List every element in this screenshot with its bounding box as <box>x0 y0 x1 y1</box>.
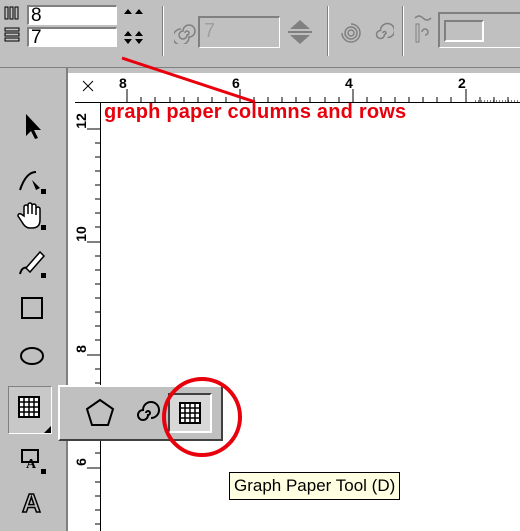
ruler-label: 10 <box>72 226 89 242</box>
spiral-expansion-icon <box>414 15 432 43</box>
vertical-ruler[interactable]: 12 10 8 6 <box>72 103 101 531</box>
spiral-icon[interactable] <box>128 395 164 431</box>
shape-tool[interactable] <box>14 162 50 198</box>
graph-paper-tool[interactable] <box>8 386 52 434</box>
spiral-expansion-slider[interactable] <box>438 12 520 48</box>
ruler-ticks <box>82 80 520 103</box>
rectangle-icon[interactable] <box>14 290 50 326</box>
svg-text:A: A <box>22 488 41 518</box>
graph-columns-icon <box>4 6 19 20</box>
pentagon-icon[interactable] <box>82 395 118 431</box>
ruler-label: 8 <box>72 345 89 353</box>
symmetric-spiral-icon[interactable] <box>340 22 362 44</box>
rows-spinner[interactable] <box>117 27 155 47</box>
hand-icon[interactable] <box>14 198 50 234</box>
ruler-label: 8 <box>119 75 127 91</box>
property-bar: 8 7 7 <box>0 0 520 68</box>
ellipse-icon[interactable] <box>14 338 50 374</box>
horizontal-ruler[interactable]: 8 6 4 2 <box>75 73 520 103</box>
graph-paper-flyout-button[interactable] <box>168 393 212 433</box>
slider-track[interactable] <box>444 20 484 42</box>
flyout-indicator <box>44 426 51 433</box>
annotation-label: graph paper columns and rows <box>104 101 407 123</box>
grid-icon <box>179 402 201 424</box>
graph-rows-icon <box>4 27 20 42</box>
ruler-label: 4 <box>345 75 353 91</box>
grid-icon <box>18 396 40 418</box>
logarithmic-spiral-icon[interactable] <box>372 22 394 44</box>
tooltip: Graph Paper Tool (D) <box>229 472 401 500</box>
svg-text:A: A <box>26 457 37 472</box>
spiral-icon <box>174 24 196 44</box>
pen-icon[interactable] <box>14 246 50 282</box>
toolbar-separator <box>327 6 329 56</box>
spiral-revolutions-field[interactable]: 7 <box>198 16 280 48</box>
ruler-label: 6 <box>232 75 240 91</box>
rows-field[interactable]: 7 <box>27 27 117 47</box>
pick-tool[interactable] <box>14 108 50 144</box>
ruler-label: 12 <box>72 113 89 129</box>
toolbar-separator <box>162 6 164 56</box>
drawing-page[interactable] <box>102 104 520 531</box>
graph-paper-flyout <box>58 385 223 441</box>
ruler-label: 2 <box>458 75 466 91</box>
letter-a-icon[interactable]: A <box>14 482 50 518</box>
toolbox: A A <box>0 68 68 531</box>
text-icon[interactable]: A <box>14 442 50 478</box>
columns-field[interactable]: 8 <box>27 5 117 25</box>
ruler-label: 6 <box>72 458 89 466</box>
toolbar-separator <box>402 6 404 56</box>
spiral-revolutions-spinner[interactable] <box>282 16 318 48</box>
ruler-ticks <box>87 128 101 525</box>
columns-spinner[interactable] <box>117 5 155 25</box>
